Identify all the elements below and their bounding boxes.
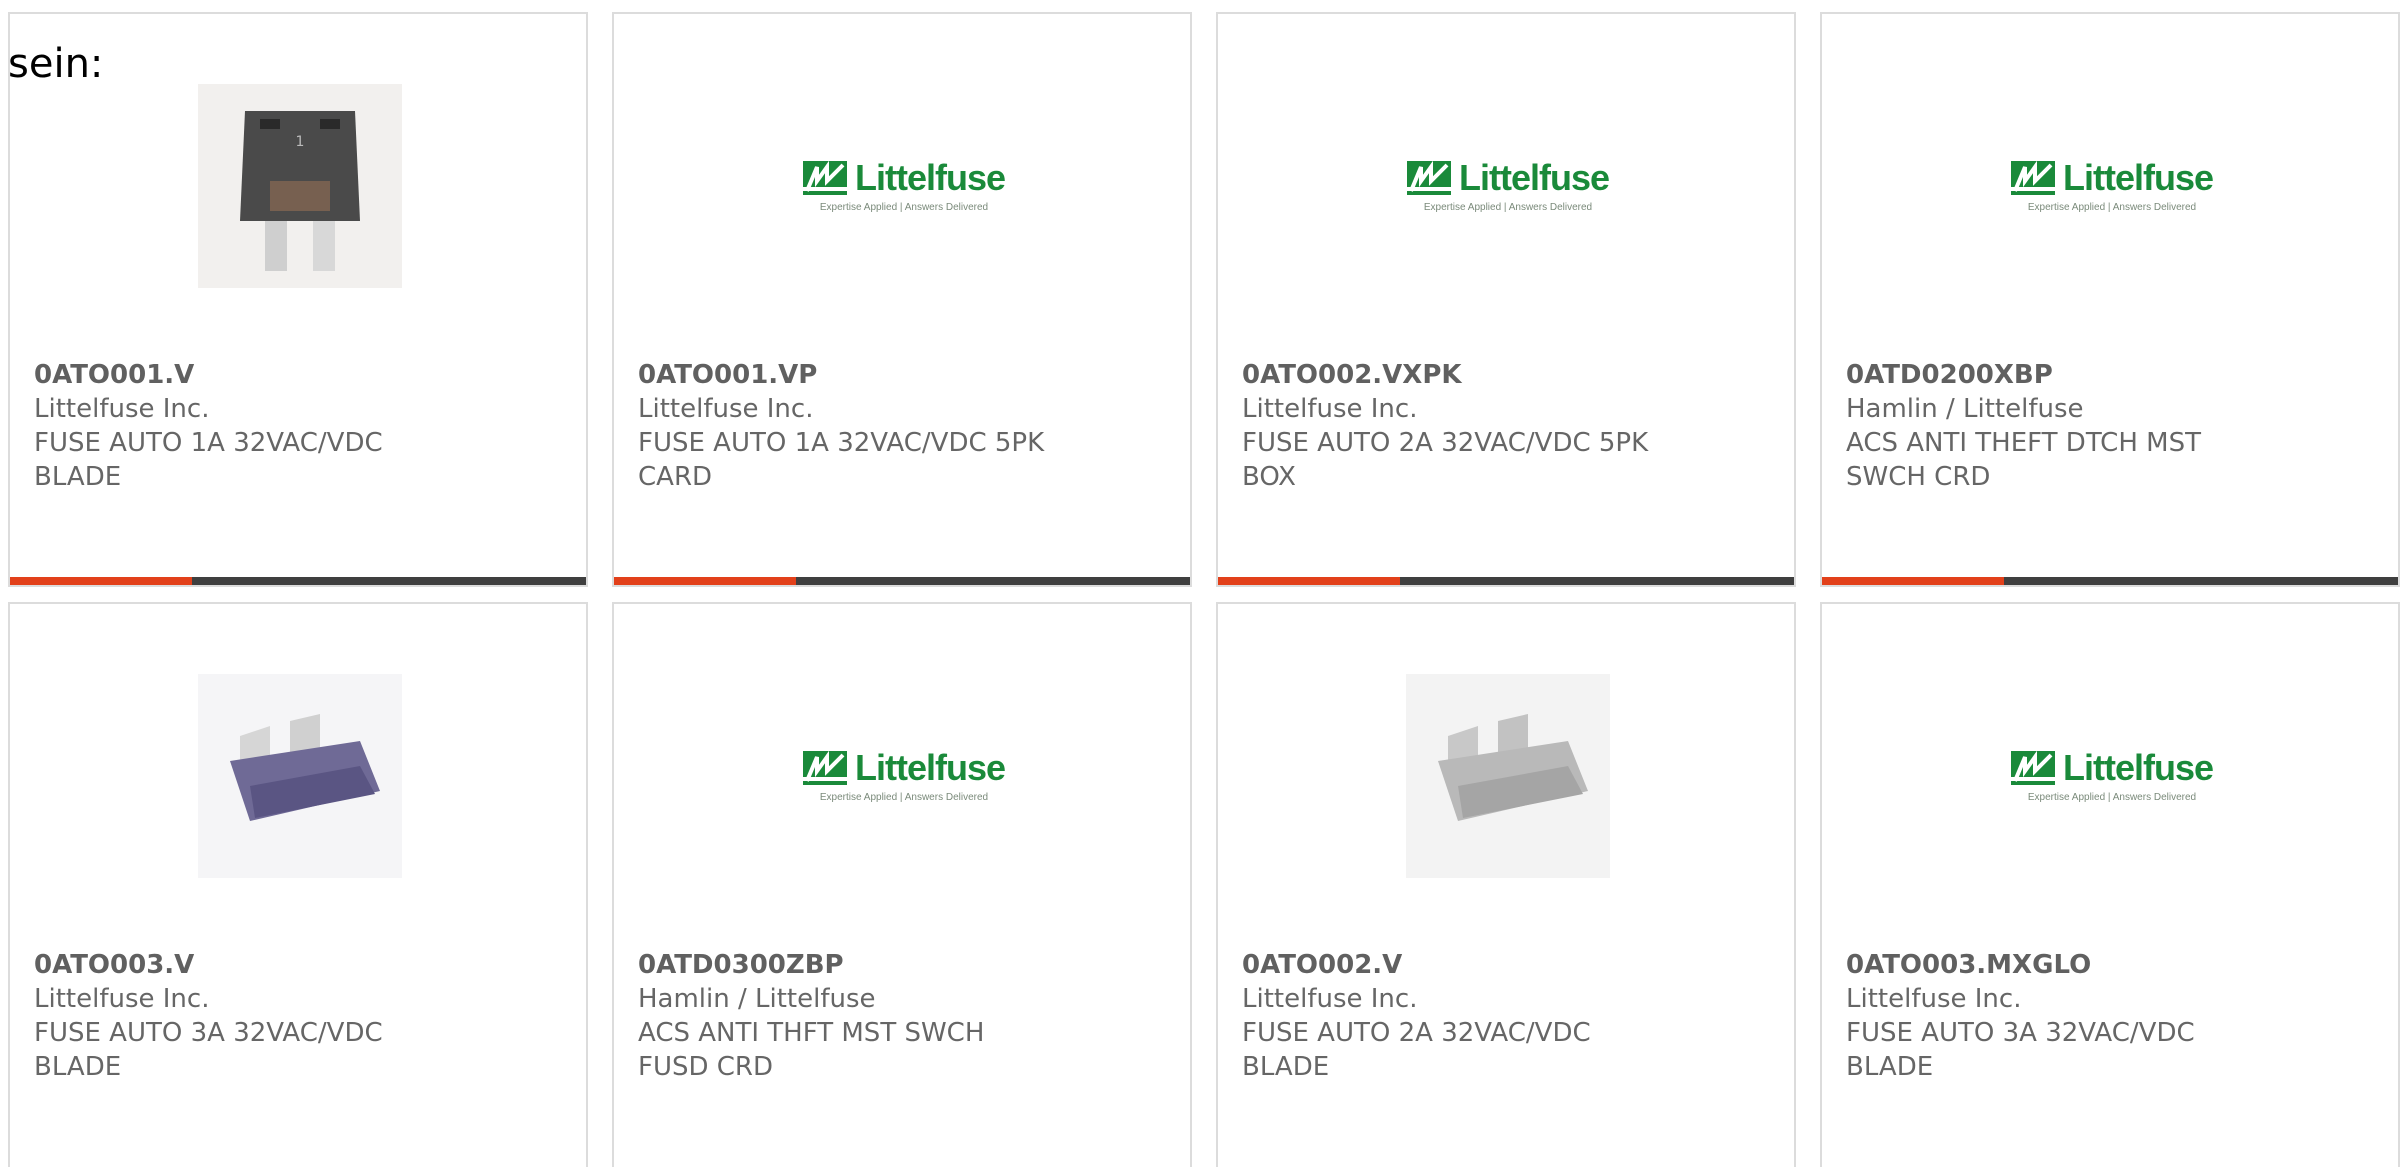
product-info: 0ATO001.V Littelfuse Inc. FUSE AUTO 1A 3… [34,358,562,494]
product-info: 0ATO003.V Littelfuse Inc. FUSE AUTO 3A 3… [34,948,562,1084]
littelfuse-wordmark: Littelfuse [2062,156,2214,198]
product-card[interactable]: Littelfuse Expertise Applied | Answers D… [1216,12,1796,587]
manufacturer: Hamlin / Littelfuse [638,984,876,1014]
product-image[interactable]: Littelfuse Expertise Applied | Answers D… [802,674,1006,878]
littelfuse-tagline: Expertise Applied | Answers Delivered [2027,791,2197,803]
product-card[interactable]: Littelfuse Expertise Applied | Answers D… [612,12,1192,587]
product-description: FUSE AUTO 2A 32VAC/VDC BLADE [1242,1018,1591,1082]
card-bottom-bar [10,577,586,585]
manufacturer: Littelfuse Inc. [1846,984,2022,1014]
littelfuse-mark-icon [802,750,847,785]
part-number[interactable]: 0ATD0200XBP [1846,358,2374,392]
product-description: FUSE AUTO 2A 32VAC/VDC 5PK BOX [1242,428,1649,492]
product-info: 0ATD0300ZBP Hamlin / Littelfuse ACS ANTI… [638,948,1166,1084]
littelfuse-tagline: Expertise Applied | Answers Delivered [819,201,989,213]
part-number[interactable]: 0ATO003.MXGLO [1846,948,2374,982]
intro-text: sein: [8,41,104,87]
littelfuse-tagline: Expertise Applied | Answers Delivered [819,791,989,803]
littelfuse-wordmark: Littelfuse [854,156,1006,198]
littelfuse-mark-icon [1406,160,1451,195]
product-description: ACS ANTI THEFT DTCH MST SWCH CRD [1846,428,2201,492]
manufacturer: Littelfuse Inc. [638,394,814,424]
product-image[interactable]: Littelfuse Expertise Applied | Answers D… [1406,84,1610,288]
blade-fuse-icon: 1 [240,111,360,271]
littelfuse-tagline: Expertise Applied | Answers Delivered [1423,201,1593,213]
svg-text:1: 1 [296,134,305,150]
product-info: 0ATO002.V Littelfuse Inc. FUSE AUTO 2A 3… [1242,948,1770,1084]
card-accent-bar [10,577,192,585]
product-card[interactable]: Littelfuse Expertise Applied | Answers D… [1820,12,2400,587]
product-description: ACS ANTI THFT MST SWCH FUSD CRD [638,1018,985,1082]
product-info: 0ATO003.MXGLO Littelfuse Inc. FUSE AUTO … [1846,948,2374,1084]
manufacturer: Littelfuse Inc. [1242,984,1418,1014]
littelfuse-mark-icon [802,160,847,195]
littelfuse-wordmark: Littelfuse [2062,746,2214,788]
product-card[interactable]: 0ATO003.V Littelfuse Inc. FUSE AUTO 3A 3… [8,602,588,1167]
fuse-photo [1406,674,1610,878]
product-card[interactable]: Littelfuse Expertise Applied | Answers D… [612,602,1192,1167]
littelfuse-wordmark: Littelfuse [854,746,1006,788]
littelfuse-tagline: Expertise Applied | Answers Delivered [2027,201,2197,213]
part-number[interactable]: 0ATO001.VP [638,358,1166,392]
product-image[interactable] [1406,674,1610,878]
littelfuse-logo: Littelfuse Expertise Applied | Answers D… [1406,156,1610,213]
littelfuse-mark-icon [2010,750,2055,785]
product-card[interactable]: Littelfuse Expertise Applied | Answers D… [1820,602,2400,1167]
part-number[interactable]: 0ATD0300ZBP [638,948,1166,982]
product-description: FUSE AUTO 1A 32VAC/VDC 5PK CARD [638,428,1045,492]
product-info: 0ATD0200XBP Hamlin / Littelfuse ACS ANTI… [1846,358,2374,494]
product-image[interactable]: Littelfuse Expertise Applied | Answers D… [2010,84,2214,288]
product-info: 0ATO002.VXPK Littelfuse Inc. FUSE AUTO 2… [1242,358,1770,494]
product-image[interactable] [198,674,402,878]
manufacturer: Littelfuse Inc. [34,984,210,1014]
product-image[interactable]: 1 [198,84,402,288]
part-number[interactable]: 0ATO002.V [1242,948,1770,982]
card-bottom-bar [614,577,1190,585]
product-card[interactable]: 1 0ATO001.V Littelfuse Inc. FUSE AUTO 1A… [8,12,588,587]
card-accent-bar [614,577,796,585]
littelfuse-logo: Littelfuse Expertise Applied | Answers D… [802,746,1006,803]
littelfuse-wordmark: Littelfuse [1458,156,1610,198]
product-description: FUSE AUTO 1A 32VAC/VDC BLADE [34,428,383,492]
product-card[interactable]: 0ATO002.V Littelfuse Inc. FUSE AUTO 2A 3… [1216,602,1796,1167]
littelfuse-logo: Littelfuse Expertise Applied | Answers D… [802,156,1006,213]
card-bottom-bar [1822,577,2398,585]
product-description: FUSE AUTO 3A 32VAC/VDC BLADE [34,1018,383,1082]
card-accent-bar [1218,577,1400,585]
part-number[interactable]: 0ATO002.VXPK [1242,358,1770,392]
product-description: FUSE AUTO 3A 32VAC/VDC BLADE [1846,1018,2195,1082]
manufacturer: Littelfuse Inc. [34,394,210,424]
manufacturer: Hamlin / Littelfuse [1846,394,2084,424]
product-image[interactable]: Littelfuse Expertise Applied | Answers D… [802,84,1006,288]
littelfuse-logo: Littelfuse Expertise Applied | Answers D… [2010,746,2214,803]
product-image[interactable]: Littelfuse Expertise Applied | Answers D… [2010,674,2214,878]
part-number[interactable]: 0ATO003.V [34,948,562,982]
part-number[interactable]: 0ATO001.V [34,358,562,392]
manufacturer: Littelfuse Inc. [1242,394,1418,424]
littelfuse-logo: Littelfuse Expertise Applied | Answers D… [2010,156,2214,213]
blade-fuse-icon [230,714,380,821]
littelfuse-mark-icon [2010,160,2055,195]
fuse-photo [198,674,402,878]
card-accent-bar [1822,577,2004,585]
product-info: 0ATO001.VP Littelfuse Inc. FUSE AUTO 1A … [638,358,1166,494]
card-bottom-bar [1218,577,1794,585]
fuse-photo: 1 [198,84,402,288]
blade-fuse-icon [1438,714,1588,821]
